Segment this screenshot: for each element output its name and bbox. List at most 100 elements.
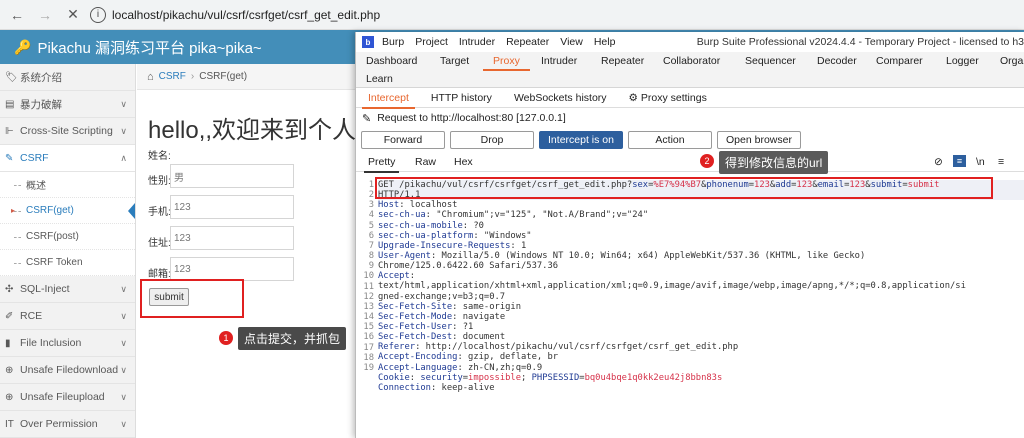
sidebar-sub-csrf-token[interactable]: CSRF Token: [0, 250, 135, 276]
app-title[interactable]: Pikachu 漏洞练习平台 pika~pika~: [37, 37, 261, 58]
header-name: Accept-Language: [378, 362, 458, 373]
newline-toggle[interactable]: \n: [976, 156, 985, 168]
tab-target[interactable]: Target: [440, 55, 469, 67]
breadcrumb-root[interactable]: CSRF: [159, 71, 186, 82]
menu-help[interactable]: Help: [594, 36, 616, 48]
pretty-print-icon[interactable]: ≡: [953, 155, 966, 167]
menu-intruder[interactable]: Intruder: [459, 36, 495, 48]
code-line: Accept-Encoding: gzip, deflate, br: [378, 352, 1024, 362]
sidebar-item-over-permission[interactable]: IT Over Permission ∨: [0, 411, 135, 438]
close-icon[interactable]: ✕: [62, 4, 84, 26]
tab-hex[interactable]: Hex: [454, 156, 473, 168]
sidebar-sub-csrf-post[interactable]: CSRF(post): [0, 224, 135, 250]
line-number: 18: [363, 352, 374, 363]
code-line: sec-ch-ua-mobile: ?0: [378, 221, 1024, 231]
breadcrumb-separator: ›: [190, 71, 195, 82]
menu-burp[interactable]: Burp: [382, 36, 404, 48]
sidebar-item-brute[interactable]: ▤ 暴力破解 ∨: [0, 91, 135, 118]
phone-field[interactable]: 123: [170, 195, 294, 219]
tab-proxy-settings[interactable]: ⚙ Proxy settings: [629, 92, 707, 104]
burp-logo-icon: b: [362, 36, 374, 48]
tab-intercept[interactable]: Intercept: [362, 92, 415, 109]
header-name: sec-ch-ua-platform: [378, 230, 474, 241]
tab-pretty[interactable]: Pretty: [363, 156, 400, 173]
code-line: gned-exchange;v=b3;q=0.7: [378, 292, 1024, 302]
sidebar-item-intro[interactable]: 🏷 系统介绍: [0, 64, 135, 91]
tab-organizer[interactable]: Orga: [1000, 55, 1023, 67]
sidebar-sub-overview[interactable]: 概述: [0, 172, 135, 198]
sidebar-item-sqli[interactable]: ✣ SQL-Inject ∨: [0, 276, 135, 303]
address-field[interactable]: 123: [170, 226, 294, 250]
annotation-callout-2: 得到修改信息的url: [719, 151, 829, 174]
menu-project[interactable]: Project: [415, 36, 448, 48]
intercept-toggle-button[interactable]: Intercept is on: [539, 131, 623, 149]
tab-repeater[interactable]: Repeater: [601, 55, 644, 67]
hide-icon[interactable]: ⊘: [934, 156, 943, 168]
tab-http-history[interactable]: HTTP history: [431, 92, 492, 104]
sidebar-item-label: 系统介绍: [20, 71, 62, 84]
cookie-value: bq0u4bqe1q0kk2eu42j8bbn83s: [584, 372, 723, 383]
cookie-name: PHPSESSID: [531, 372, 580, 383]
drop-button[interactable]: Drop: [450, 131, 534, 149]
open-browser-button[interactable]: Open browser: [717, 131, 801, 149]
code-line: Chrome/125.0.6422.60 Safari/537.36: [378, 261, 1024, 271]
tab-sequencer[interactable]: Sequencer: [745, 55, 796, 67]
list-icon: ▤: [5, 98, 15, 110]
sidebar-item-xss[interactable]: ⊩ Cross-Site Scripting ∨: [0, 118, 135, 145]
text-icon: IT: [5, 418, 14, 430]
line-number: 17: [363, 342, 374, 353]
tab-collaborator[interactable]: Collaborator: [663, 55, 720, 67]
header-value: Chrome/125.0.6422.60 Safari/537.36: [378, 261, 559, 272]
header-name: Host: [378, 200, 400, 211]
burp-main-tabs: Dashboard Target Proxy Intruder Repeater…: [356, 52, 1024, 88]
code-line: Sec-Fetch-Mode: navigate: [378, 312, 1024, 322]
email-field[interactable]: 123: [170, 257, 294, 281]
address-bar[interactable]: i localhost/pikachu/vul/csrf/csrfget/csr…: [90, 4, 1024, 26]
sidebar-item-rce[interactable]: ✐ RCE ∨: [0, 303, 135, 330]
menu-view[interactable]: View: [560, 36, 583, 48]
tab-websockets-history[interactable]: WebSockets history: [514, 92, 607, 104]
header-name: Sec-Fetch-Mode: [378, 311, 453, 322]
sidebar-sub-label: CSRF(post): [26, 231, 79, 242]
tab-decoder[interactable]: Decoder: [817, 55, 857, 67]
code-line: Upgrade-Insecure-Requests: 1: [378, 241, 1024, 251]
window-title: Burp Suite Professional v2024.4.4 - Temp…: [696, 36, 1024, 48]
tab-raw[interactable]: Raw: [415, 156, 436, 168]
phone-label: 手机:: [148, 207, 171, 218]
sidebar-item-fileupload[interactable]: ⊕ Unsafe Fileupload ∨: [0, 384, 135, 411]
tab-learn[interactable]: Learn: [366, 73, 393, 85]
sidebar-item-filedownload[interactable]: ⊕ Unsafe Filedownload ∨: [0, 357, 135, 384]
menu-repeater[interactable]: Repeater: [506, 36, 549, 48]
forward-button[interactable]: Forward: [361, 131, 445, 149]
tab-logger[interactable]: Logger: [946, 55, 979, 67]
request-editor[interactable]: 1 2 3 4 5 6 7 8 9 10 11 12 13 14 15 16 17 18 19 GET /pikac…: [356, 180, 1024, 438]
upload-icon: ⊕: [5, 391, 14, 403]
sidebar-item-csrf[interactable]: ✎ CSRF ∧: [0, 145, 135, 172]
forward-icon[interactable]: →: [34, 4, 56, 26]
home-icon[interactable]: ⌂: [147, 71, 154, 83]
header-name: Referer: [378, 342, 416, 353]
header-name: Connection: [378, 382, 431, 393]
site-info-icon[interactable]: i: [90, 6, 106, 23]
action-button[interactable]: Action: [628, 131, 712, 149]
tab-intruder[interactable]: Intruder: [541, 55, 577, 67]
back-icon[interactable]: ←: [6, 4, 28, 26]
line-number: 7: [368, 240, 374, 251]
breadcrumb-current: CSRF(get): [199, 71, 248, 82]
sidebar-sub-csrf-get[interactable]: ▸ CSRF(get): [0, 198, 135, 224]
sidebar-item-file-inclusion[interactable]: ▮ File Inclusion ∨: [0, 330, 135, 357]
message-editor-tabs: Pretty Raw Hex ⊘ ≡ \n ≡: [356, 152, 1024, 173]
tab-dashboard[interactable]: Dashboard: [366, 55, 417, 67]
download-icon: ⊕: [5, 364, 14, 376]
sidebar-item-label: Unsafe Filedownload: [20, 364, 119, 376]
gender-field[interactable]: 男: [170, 164, 294, 188]
tab-proxy[interactable]: Proxy: [483, 55, 530, 71]
code-line: Sec-Fetch-User: ?1: [378, 322, 1024, 332]
sidebar-item-label: SQL-Inject: [20, 283, 70, 295]
tab-comparer[interactable]: Comparer: [876, 55, 923, 67]
header-name: Sec-Fetch-Dest: [378, 332, 453, 343]
menu-icon[interactable]: ≡: [998, 156, 1004, 168]
code-line: sec-ch-ua: "Chromium";v="125", "Not.A/Br…: [378, 210, 1024, 220]
